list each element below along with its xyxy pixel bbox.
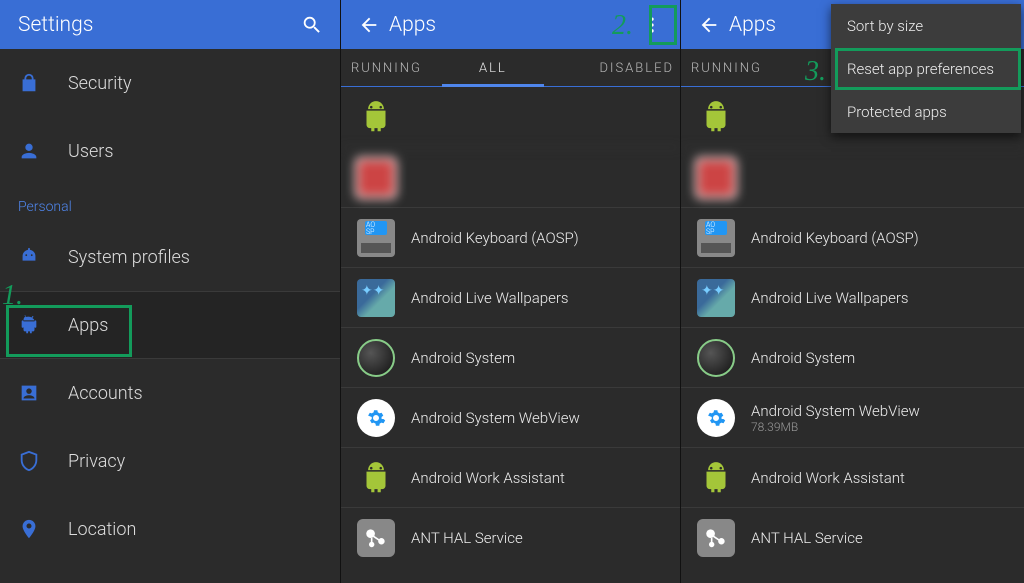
- menu-sort-by-size[interactable]: Sort by size: [831, 4, 1021, 47]
- pin-icon: [18, 518, 68, 540]
- apps-panel-a: Apps RUNNING ALL DISABLED AOSP Android Ke…: [340, 0, 680, 583]
- app-item[interactable]: Android System: [681, 327, 1024, 387]
- sidebar-item-label: Security: [68, 73, 132, 94]
- app-icon: [355, 457, 397, 499]
- app-list-a: AOSP Android Keyboard (AOSP) ✦✦ Android Liv…: [341, 87, 680, 583]
- app-label: Android System WebView: [411, 409, 580, 427]
- app-item[interactable]: AOSP Android Keyboard (AOSP): [681, 207, 1024, 267]
- sidebar-item-location[interactable]: Location: [0, 495, 340, 563]
- settings-title: Settings: [8, 13, 93, 37]
- sidebar-item-label: Users: [68, 141, 113, 162]
- apps-tabs: RUNNING ALL DISABLED: [341, 49, 680, 87]
- app-label: ANT HAL Service: [411, 529, 523, 547]
- lock-icon: [18, 72, 68, 94]
- app-item[interactable]: ✦✦ Android Live Wallpapers: [341, 267, 680, 327]
- app-item[interactable]: [341, 147, 680, 207]
- app-item[interactable]: Android System WebView: [341, 387, 680, 447]
- overflow-icon[interactable]: [632, 5, 672, 45]
- app-icon: [355, 337, 397, 379]
- sidebar-item-users[interactable]: Users: [0, 117, 340, 185]
- app-icon: [355, 517, 397, 559]
- app-item[interactable]: AOSP Android Keyboard (AOSP): [341, 207, 680, 267]
- app-label: Android Keyboard (AOSP): [411, 229, 579, 247]
- apps-a-title: Apps: [389, 13, 436, 37]
- robot-icon: [18, 246, 68, 268]
- app-label: Android Live Wallpapers: [751, 289, 909, 307]
- sidebar-item-label: System profiles: [68, 247, 190, 268]
- section-personal: Personal: [0, 185, 340, 223]
- sidebar-item-apps[interactable]: Apps: [0, 291, 340, 359]
- search-icon[interactable]: [292, 5, 332, 45]
- app-icon: AOSP: [695, 217, 737, 259]
- app-label: Android Live Wallpapers: [411, 289, 569, 307]
- app-item[interactable]: ANT HAL Service: [341, 507, 680, 567]
- app-icon: [355, 397, 397, 439]
- sidebar-item-label: Location: [68, 519, 136, 540]
- settings-topbar: Settings: [0, 0, 340, 49]
- app-label: Android Work Assistant: [411, 469, 565, 487]
- app-item[interactable]: Android System: [341, 327, 680, 387]
- tab-running[interactable]: RUNNING: [681, 49, 810, 87]
- app-icon: [695, 457, 737, 499]
- overflow-menu: Sort by size Reset app preferences Prote…: [831, 4, 1021, 133]
- app-item[interactable]: Android Work Assistant: [341, 447, 680, 507]
- sidebar-item-label: Accounts: [68, 383, 143, 404]
- app-icon: [695, 337, 737, 379]
- tab-running[interactable]: RUNNING: [341, 49, 442, 87]
- app-label: Android System: [751, 349, 855, 367]
- app-list-b: AOSP Android Keyboard (AOSP) ✦✦ Android Liv…: [681, 87, 1024, 583]
- back-icon[interactable]: [689, 5, 729, 45]
- app-sublabel: 78.39MB: [751, 420, 920, 434]
- app-label: ANT HAL Service: [751, 529, 863, 547]
- sidebar-item-label: Privacy: [68, 451, 125, 472]
- app-icon: [695, 157, 737, 199]
- app-icon: ✦✦: [695, 277, 737, 319]
- droid-icon: [18, 314, 68, 336]
- menu-protected-apps[interactable]: Protected apps: [831, 90, 1021, 133]
- app-item[interactable]: [681, 147, 1024, 207]
- sidebar-item-system-profiles[interactable]: System profiles: [0, 223, 340, 291]
- app-label: Android Keyboard (AOSP): [751, 229, 919, 247]
- app-icon: AOSP: [355, 217, 397, 259]
- account-box-icon: [18, 382, 68, 404]
- app-item[interactable]: Android Work Assistant: [681, 447, 1024, 507]
- tab-all[interactable]: ALL: [442, 49, 545, 87]
- apps-b-title: Apps: [729, 13, 776, 37]
- app-label: Android Work Assistant: [751, 469, 905, 487]
- shield-icon: [18, 450, 68, 472]
- sidebar-item-accounts[interactable]: Accounts: [0, 359, 340, 427]
- tab-disabled[interactable]: DISABLED: [544, 49, 680, 87]
- user-icon: [18, 140, 68, 162]
- app-icon: [355, 96, 397, 138]
- apps-a-topbar: Apps: [341, 0, 680, 49]
- sidebar-item-privacy[interactable]: Privacy: [0, 427, 340, 495]
- sidebar-item-label: Apps: [68, 315, 108, 336]
- app-label: Android System: [411, 349, 515, 367]
- app-item[interactable]: ✦✦ Android Live Wallpapers: [681, 267, 1024, 327]
- app-item[interactable]: Android System WebView78.39MB: [681, 387, 1024, 447]
- app-icon: [695, 96, 737, 138]
- app-icon: ✦✦: [355, 277, 397, 319]
- app-icon: [695, 397, 737, 439]
- app-icon: [355, 157, 397, 199]
- sidebar-item-security[interactable]: Security: [0, 49, 340, 117]
- app-item[interactable]: ANT HAL Service: [681, 507, 1024, 567]
- settings-panel: Settings Security Users Personal System …: [0, 0, 340, 583]
- menu-reset-app-preferences[interactable]: Reset app preferences: [831, 47, 1021, 90]
- app-item[interactable]: [341, 87, 680, 147]
- back-icon[interactable]: [349, 5, 389, 45]
- app-icon: [695, 517, 737, 559]
- app-label: Android System WebView: [751, 402, 920, 420]
